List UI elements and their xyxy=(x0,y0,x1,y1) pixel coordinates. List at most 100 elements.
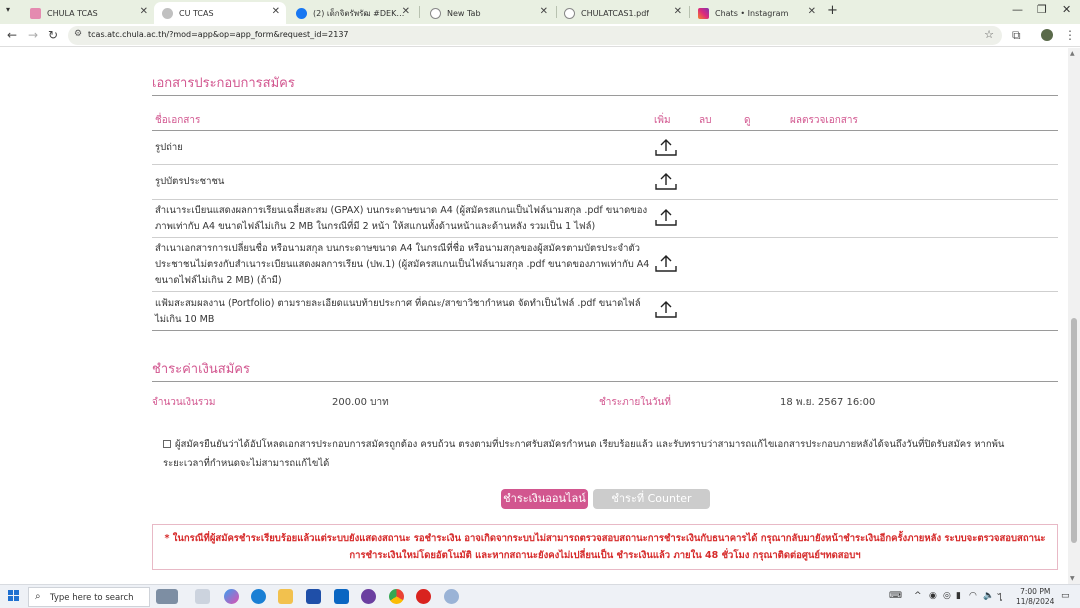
taskbar-clock[interactable]: 7:00 PM 11/8/2024 xyxy=(1016,587,1054,607)
divider xyxy=(152,130,1058,131)
close-icon[interactable]: ✕ xyxy=(674,6,682,17)
scroll-up-icon[interactable]: ▲ xyxy=(1070,50,1075,57)
tab-facebook[interactable]: (2) เด็กจิตรัพรัฒ #DEK68 #DEK6 ✕ xyxy=(288,2,416,24)
close-window-icon[interactable]: ✕ xyxy=(1062,3,1071,16)
payment-notice: * ในกรณีที่ผู้สมัครชำระเรียบร้อยแล้วแต่ร… xyxy=(152,524,1058,570)
upload-icon[interactable] xyxy=(654,254,678,274)
confirmation-text: ผู้สมัครยืนยันว่าได้อัปโหลดเอกสารประกอบก… xyxy=(163,439,1005,469)
extensions-icon[interactable]: ⧉ xyxy=(1012,28,1021,43)
battery-icon[interactable]: ▮ xyxy=(956,591,961,601)
tab-label: Chats • Instagram xyxy=(715,8,789,18)
upload-icon[interactable] xyxy=(654,208,678,228)
red-app-icon[interactable] xyxy=(416,589,431,604)
minimize-icon[interactable]: — xyxy=(1012,3,1023,16)
close-icon[interactable]: ✕ xyxy=(272,6,280,17)
bookmark-star-icon[interactable]: ☆ xyxy=(984,28,994,41)
instagram-icon xyxy=(698,7,709,19)
outlook-icon[interactable] xyxy=(334,589,349,604)
divider xyxy=(152,330,1058,331)
tab-label: CHULATCAS1.pdf xyxy=(581,8,650,18)
site-info-icon[interactable]: ⚙ xyxy=(74,29,82,39)
pay-counter-service-button[interactable]: ชำระที่ Counter Service xyxy=(593,489,710,525)
document-name: สำเนาเอกสารการเปลี่ยนชื่อ หรือนามสกุล บน… xyxy=(155,243,650,286)
scroll-down-icon[interactable]: ▼ xyxy=(1070,575,1075,582)
document-name: แฟ้มสะสมผลงาน (Portfolio) ตามรายละเอียดแ… xyxy=(155,298,641,325)
total-amount-value: 200.00 บาท xyxy=(332,397,389,408)
wifi-icon[interactable]: ◠ xyxy=(969,591,977,601)
total-amount-label: จำนวนเงินรวม xyxy=(152,397,216,408)
file-explorer-icon[interactable] xyxy=(278,589,293,604)
address-bar[interactable]: ⚙ tcas.atc.chula.ac.th/?mod=app&op=app_f… xyxy=(68,26,1002,45)
windows-start-icon[interactable] xyxy=(8,590,20,602)
media-app-icon[interactable] xyxy=(361,589,376,604)
cortana-thumbnail-icon[interactable] xyxy=(156,589,178,604)
show-hidden-icons-icon[interactable]: ^ xyxy=(914,591,922,601)
tab-instagram[interactable]: Chats • Instagram ✕ xyxy=(690,2,822,24)
chrome-icon[interactable] xyxy=(389,589,404,604)
payment-deadline-value: 18 พ.ย. 2567 16:00 xyxy=(780,397,876,408)
search-icon: ⌕ xyxy=(35,591,41,602)
row-divider xyxy=(152,199,1058,200)
column-header-name: ชื่อเอกสาร xyxy=(155,115,201,126)
page-scrollbar[interactable]: ▲ ▼ xyxy=(1068,48,1080,584)
notifications-icon[interactable]: ▭ xyxy=(1061,591,1070,601)
close-icon[interactable]: ✕ xyxy=(140,6,148,17)
upload-icon[interactable] xyxy=(654,138,678,158)
clock-time: 7:00 PM xyxy=(1020,587,1051,596)
chula-favicon-icon xyxy=(30,7,41,19)
globe-icon xyxy=(564,7,575,19)
globe-icon xyxy=(162,7,173,19)
volume-icon[interactable]: 🔈 xyxy=(983,591,994,601)
tab-label: CHULA TCAS xyxy=(47,8,98,18)
forward-icon[interactable]: → xyxy=(28,28,38,42)
row-divider xyxy=(152,291,1058,292)
tab-chula-tcas[interactable]: CHULA TCAS ✕ xyxy=(22,2,154,24)
row-divider xyxy=(152,164,1058,165)
language-icon[interactable]: ไ xyxy=(998,591,1003,605)
column-header-delete: ลบ xyxy=(699,115,712,126)
keyboard-icon[interactable]: ⌨ xyxy=(889,591,902,601)
back-icon[interactable]: ← xyxy=(7,28,17,42)
task-view-icon[interactable] xyxy=(195,589,210,604)
edge-icon[interactable] xyxy=(251,589,266,604)
close-icon[interactable]: ✕ xyxy=(808,6,816,17)
tab-label: CU TCAS xyxy=(179,8,214,18)
globe-icon xyxy=(430,7,441,19)
copilot-icon[interactable] xyxy=(224,589,239,604)
store-icon[interactable] xyxy=(306,589,321,604)
tab-separator xyxy=(419,6,420,18)
close-icon[interactable]: ✕ xyxy=(540,6,548,17)
taskbar-search-placeholder: Type here to search xyxy=(50,593,134,603)
profile-avatar[interactable] xyxy=(1041,29,1053,41)
tray-app-icon[interactable]: ◉ xyxy=(929,591,937,601)
taskbar-search[interactable]: ⌕ Type here to search xyxy=(28,587,150,607)
clock-date: 11/8/2024 xyxy=(1016,597,1055,606)
restore-icon[interactable]: ❐ xyxy=(1037,3,1047,16)
facebook-icon xyxy=(296,7,307,19)
reload-icon[interactable]: ↻ xyxy=(48,28,58,42)
windows-taskbar: ⌕ Type here to search ⌨ ^ ◉ ◎ ▮ ◠ 🔈 ไ 7:… xyxy=(0,584,1080,608)
column-header-result: ผลตรวจเอกสาร xyxy=(790,115,858,126)
browser-tab-bar: ▾ CHULA TCAS ✕ CU TCAS ✕ (2) เด็กจิตรัพร… xyxy=(0,0,1080,24)
upload-icon[interactable] xyxy=(654,300,678,320)
tab-label: (2) เด็กจิตรัพรัฒ #DEK68 #DEK6 xyxy=(313,8,408,18)
fee-section-title: ชำระค่าเงินสมัคร xyxy=(152,362,250,377)
pay-online-button[interactable]: ชำระเงินออนไลน์ xyxy=(501,489,588,509)
pinned-app-icon[interactable] xyxy=(444,589,459,604)
divider xyxy=(152,95,1058,96)
scroll-thumb[interactable] xyxy=(1071,318,1077,543)
tab-search-icon[interactable]: ▾ xyxy=(6,5,10,14)
new-tab-button[interactable]: + xyxy=(827,3,838,18)
tab-new-tab[interactable]: New Tab ✕ xyxy=(422,2,554,24)
confirm-checkbox[interactable] xyxy=(163,439,171,448)
confirmation-row: ผู้สมัครยืนยันว่าได้อัปโหลดเอกสารประกอบก… xyxy=(163,435,1013,473)
column-header-view: ดู xyxy=(744,115,751,126)
upload-icon[interactable] xyxy=(654,172,678,192)
close-icon[interactable]: ✕ xyxy=(402,6,410,17)
menu-icon[interactable]: ⋮ xyxy=(1064,28,1076,42)
tab-pdf[interactable]: CHULATCAS1.pdf ✕ xyxy=(556,2,688,24)
tab-label: New Tab xyxy=(447,8,481,18)
tab-cu-tcas[interactable]: CU TCAS ✕ xyxy=(154,2,286,24)
tray-app-icon[interactable]: ◎ xyxy=(943,591,951,601)
column-header-add: เพิ่ม xyxy=(654,115,671,126)
